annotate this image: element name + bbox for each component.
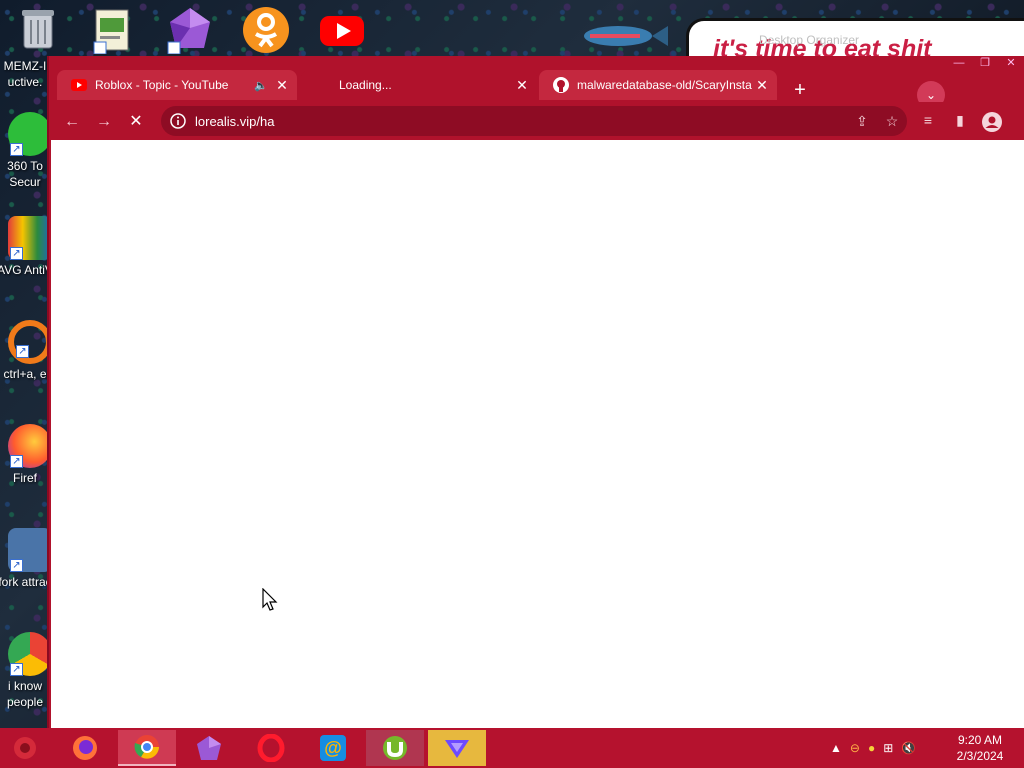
- desktop-icon-label: fork attrac: [0, 575, 52, 589]
- utorrent-icon[interactable]: [366, 730, 424, 766]
- loading-spinner-icon: [315, 77, 331, 93]
- address-bar[interactable]: lorealis.vip/ha ⇪ ☆: [161, 106, 907, 136]
- clock-date: 2/3/2024: [956, 749, 1004, 763]
- shortcut-arrow-icon: ↗: [10, 663, 23, 676]
- tab-loading[interactable]: Loading... ✕: [301, 70, 537, 100]
- browser-window: — ❐ ✕ Roblox - Topic - YouTube 🔈 ✕ Loadi…: [47, 56, 1024, 728]
- desktop-icon-label: MEMZ-I uctive.: [3, 59, 47, 89]
- page-content[interactable]: [51, 140, 1024, 728]
- youtube-icon: [71, 77, 87, 93]
- back-arrow-icon[interactable]: ←: [59, 109, 85, 135]
- shortcut-arrow-icon: ↗: [16, 345, 29, 358]
- fish-wallpaper-art: [570, 18, 670, 54]
- desktop-icon-label: ctrl+a, e: [3, 367, 47, 381]
- network-icon[interactable]: ⊞: [883, 741, 893, 755]
- shortcut-arrow-icon: ↗: [10, 143, 23, 156]
- close-icon[interactable]: ✕: [513, 77, 531, 94]
- site-info-icon[interactable]: [169, 112, 187, 130]
- desktop-icon-label: AVG AntiV: [0, 263, 53, 277]
- gear-icon: ↗: [8, 528, 52, 572]
- mouse-cursor-icon: [262, 587, 278, 615]
- taskbar-clock[interactable]: 9:20 AM 2/3/2024: [944, 732, 1016, 764]
- tab-title: malwaredatabase-old/ScaryInsta: [577, 78, 752, 92]
- speaker-icon[interactable]: 🔈: [253, 79, 269, 92]
- side-panel-icon[interactable]: ▮: [949, 112, 971, 132]
- desktop-icon-label: i know people: [6, 679, 44, 709]
- recycle-bin-icon[interactable]: [16, 4, 64, 52]
- firefox-icon: ↗: [8, 424, 52, 468]
- browser-toolbar: ← → ✕ lorealis.vip/ha ⇪ ☆ ≡ ▮: [49, 102, 1024, 140]
- forward-arrow-icon[interactable]: →: [91, 109, 117, 135]
- system-tray: ▲ ⊖ ● ⊞ 🔇: [826, 728, 920, 768]
- gem-app-icon[interactable]: [180, 730, 238, 766]
- profile-avatar-icon[interactable]: [981, 112, 1003, 132]
- close-icon[interactable]: ✕: [273, 77, 291, 94]
- youtube-desktop-icon[interactable]: [318, 6, 366, 54]
- volume-muted-icon[interactable]: 🔇: [901, 741, 916, 755]
- chrome-icon: ↗: [8, 632, 52, 676]
- new-tab-button[interactable]: +: [787, 78, 813, 104]
- chevron-up-icon[interactable]: ▲: [830, 741, 842, 755]
- stop-loading-icon[interactable]: ✕: [123, 109, 149, 135]
- github-icon: [553, 77, 569, 93]
- gem-icon[interactable]: [166, 6, 214, 55]
- document-icon[interactable]: [90, 6, 138, 55]
- desktop-icon-label: 360 To Secur: [7, 159, 43, 189]
- share-icon[interactable]: ⇪: [847, 113, 877, 130]
- shortcut-arrow-icon: ↗: [10, 559, 23, 572]
- close-icon[interactable]: ✕: [753, 77, 771, 94]
- odnoklassniki-icon[interactable]: [242, 6, 290, 54]
- shortcut-arrow-icon: ↗: [10, 455, 23, 468]
- tray-app-orange-icon[interactable]: ⊖: [850, 741, 860, 755]
- tray-app-color-icon[interactable]: ●: [868, 741, 875, 755]
- proton-vpn-icon[interactable]: [428, 730, 486, 766]
- opera-icon[interactable]: [242, 730, 300, 766]
- tab-strip: Roblox - Topic - YouTube 🔈 ✕ Loading... …: [49, 66, 1024, 109]
- svg-text:@: @: [324, 738, 342, 758]
- 360-security-icon: ↗: [8, 112, 52, 156]
- organizer-title: Desktop Organizer: [759, 33, 860, 47]
- tab-title: Loading...: [339, 78, 392, 92]
- bookmark-star-icon[interactable]: ☆: [877, 113, 907, 130]
- mail-at-icon[interactable]: @: [304, 730, 362, 766]
- url-text[interactable]: lorealis.vip/ha: [195, 114, 847, 129]
- taskbar: @ ▲ ⊖ ● ⊞ 🔇 9:20 AM 2/3/2024: [0, 728, 1024, 768]
- orange-ring-icon: ↗: [8, 320, 52, 364]
- firefox-icon[interactable]: [56, 730, 114, 766]
- tab-github[interactable]: malwaredatabase-old/ScaryInsta ✕: [539, 70, 777, 100]
- tab-title: Roblox - Topic - YouTube: [95, 78, 229, 92]
- avg-antivirus-icon: ↗: [8, 216, 52, 260]
- desktop-icon-label: Firef: [13, 471, 37, 485]
- chrome-icon[interactable]: [118, 730, 176, 766]
- reading-list-icon[interactable]: ≡: [917, 112, 939, 132]
- shortcut-arrow-icon: ↗: [10, 247, 23, 260]
- clock-time: 9:20 AM: [957, 733, 1003, 747]
- tab-youtube[interactable]: Roblox - Topic - YouTube 🔈 ✕: [57, 70, 297, 100]
- start-button[interactable]: [0, 730, 50, 766]
